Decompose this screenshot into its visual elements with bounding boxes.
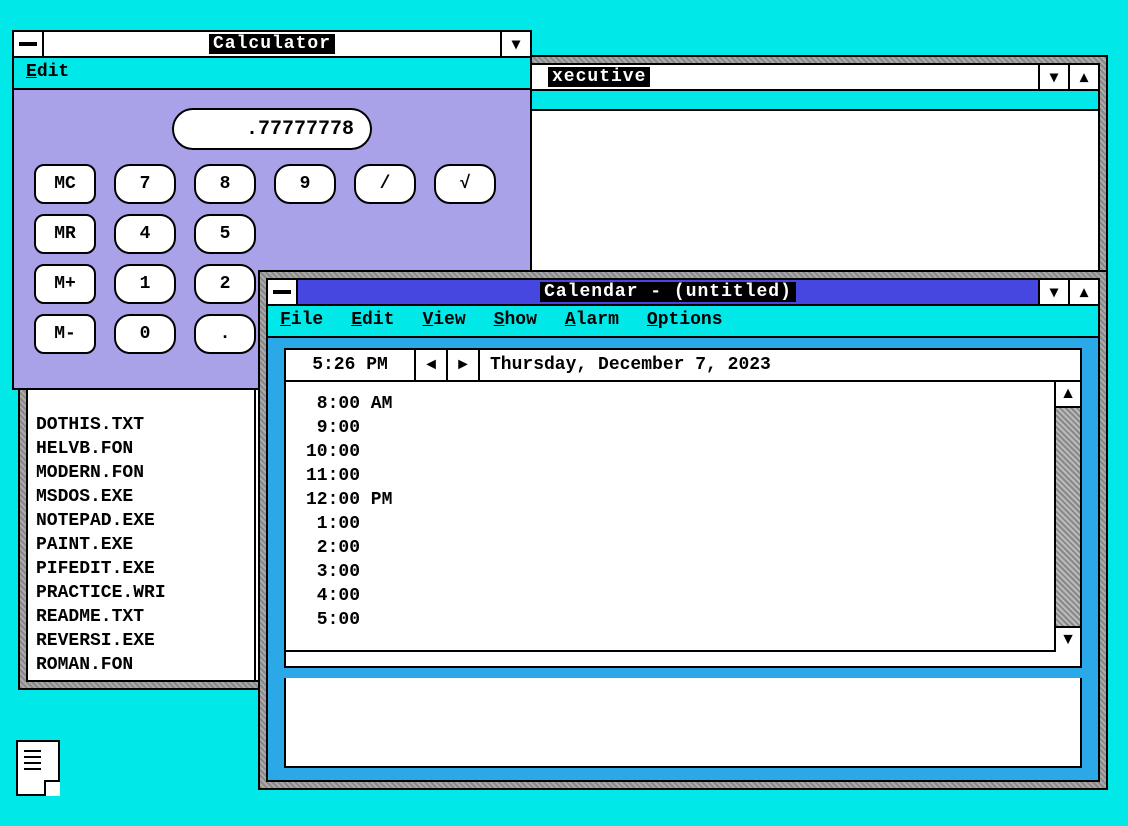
calculator-menubar: Edit <box>14 58 530 90</box>
calendar-hour-row[interactable]: 11:00 <box>306 464 1034 488</box>
minimize-button[interactable]: ▾ <box>1038 280 1068 304</box>
calculator-title: Calculator <box>209 34 335 54</box>
menu-edit[interactable]: Edit <box>26 62 69 82</box>
up-arrow-icon: ▲ <box>1060 385 1076 403</box>
menu-options[interactable]: Options <box>647 310 723 330</box>
calendar-scrollbar[interactable]: ▲ ▼ <box>1054 382 1080 652</box>
calculator-display: .77777778 <box>172 108 372 150</box>
up-arrow-icon: ▴ <box>1080 282 1088 302</box>
calendar-window: Calendar - (untitled) ▾ ▴ File Edit View… <box>258 270 1108 790</box>
calc-key-M+[interactable]: M+ <box>34 264 96 304</box>
minimize-button[interactable]: ▾ <box>500 32 530 56</box>
system-menu-icon <box>273 288 291 296</box>
calc-key-0[interactable]: 0 <box>114 314 176 354</box>
calc-key-.[interactable]: . <box>194 314 256 354</box>
scrollbar-track[interactable] <box>1056 408 1080 626</box>
prev-day-button[interactable]: ◄ <box>416 350 448 380</box>
calendar-hour-row[interactable]: 1:00 <box>306 512 1034 536</box>
file-list-item[interactable]: PRACTICE.WRI <box>36 581 246 605</box>
calculator-titlebar[interactable]: Calculator ▾ <box>14 32 530 58</box>
menu-show[interactable]: Show <box>494 310 537 330</box>
calc-key-√[interactable]: √ <box>434 164 496 204</box>
calendar-hour-row[interactable]: 4:00 <box>306 584 1034 608</box>
down-arrow-icon: ▾ <box>1050 282 1058 302</box>
file-list-item[interactable]: PIFEDIT.EXE <box>36 557 246 581</box>
menu-edit[interactable]: Edit <box>351 310 394 330</box>
calculator-display-value: .77777778 <box>246 118 354 141</box>
executive-title: xecutive <box>548 67 650 87</box>
calendar-hour-row[interactable]: 2:00 <box>306 536 1034 560</box>
calc-key-9[interactable]: 9 <box>274 164 336 204</box>
system-menu-button[interactable] <box>14 32 44 56</box>
calc-key-7[interactable]: 7 <box>114 164 176 204</box>
system-menu-button[interactable] <box>268 280 298 304</box>
menu-file[interactable]: File <box>280 310 323 330</box>
calendar-hour-list[interactable]: 8:00 AM 9:0010:0011:0012:00 PM 1:00 2:00… <box>286 382 1054 652</box>
scroll-up-button[interactable]: ▲ <box>1056 382 1080 408</box>
down-arrow-icon: ▾ <box>1050 67 1058 87</box>
current-date: Thursday, December 7, 2023 <box>480 355 1080 375</box>
file-list-item[interactable]: NOTEPAD.EXE <box>36 509 246 533</box>
calendar-date-bar: 5:26 PM ◄ ► Thursday, December 7, 2023 <box>284 348 1082 382</box>
calc-key-MR[interactable]: MR <box>34 214 96 254</box>
system-menu-icon <box>19 40 37 48</box>
calc-key-8[interactable]: 8 <box>194 164 256 204</box>
calendar-hour-row[interactable]: 8:00 AM <box>306 392 1034 416</box>
calendar-titlebar[interactable]: Calendar - (untitled) ▾ ▴ <box>268 280 1098 306</box>
maximize-button[interactable]: ▴ <box>1068 65 1098 89</box>
file-list-item[interactable]: MODERN.FON <box>36 461 246 485</box>
calc-key-4[interactable]: 4 <box>114 214 176 254</box>
calc-key-5[interactable]: 5 <box>194 214 256 254</box>
file-list-item[interactable]: PAINT.EXE <box>36 533 246 557</box>
calc-key-M-[interactable]: M- <box>34 314 96 354</box>
calendar-hour-row[interactable]: 9:00 <box>306 416 1034 440</box>
file-list-item[interactable]: DOTHIS.TXT <box>36 413 246 437</box>
file-list-item[interactable]: MSDOS.EXE <box>36 485 246 509</box>
down-arrow-icon: ▼ <box>1060 631 1076 649</box>
calendar-title: Calendar - (untitled) <box>540 282 796 302</box>
maximize-button[interactable]: ▴ <box>1068 280 1098 304</box>
up-arrow-icon: ▴ <box>1080 67 1088 87</box>
current-time: 5:26 PM <box>286 350 416 380</box>
right-arrow-icon: ► <box>455 356 471 374</box>
down-arrow-icon: ▾ <box>512 34 520 54</box>
calendar-menubar: File Edit View Show Alarm Options <box>268 306 1098 338</box>
calendar-hour-row[interactable]: 12:00 PM <box>306 488 1034 512</box>
minimize-button[interactable]: ▾ <box>1038 65 1068 89</box>
scroll-down-button[interactable]: ▼ <box>1056 626 1080 652</box>
file-list-item[interactable]: README.TXT <box>36 605 246 629</box>
calendar-hour-row[interactable]: 3:00 <box>306 560 1034 584</box>
calc-key-/[interactable]: / <box>354 164 416 204</box>
calc-key-2[interactable]: 2 <box>194 264 256 304</box>
calendar-hour-row[interactable]: 5:00 <box>306 608 1034 632</box>
next-day-button[interactable]: ► <box>448 350 480 380</box>
calendar-hour-row[interactable]: 10:00 <box>306 440 1034 464</box>
file-list-item[interactable]: REVERSI.EXE <box>36 629 246 653</box>
calendar-notes-area[interactable] <box>284 678 1082 768</box>
file-list-item[interactable]: HELVB.FON <box>36 437 246 461</box>
calc-key-1[interactable]: 1 <box>114 264 176 304</box>
menu-view[interactable]: View <box>422 310 465 330</box>
menu-alarm[interactable]: Alarm <box>565 310 619 330</box>
calc-key-MC[interactable]: MC <box>34 164 96 204</box>
left-arrow-icon: ◄ <box>423 356 439 374</box>
minimized-document-icon[interactable] <box>16 740 60 796</box>
file-list-item[interactable]: ROMAN.FON <box>36 653 246 677</box>
